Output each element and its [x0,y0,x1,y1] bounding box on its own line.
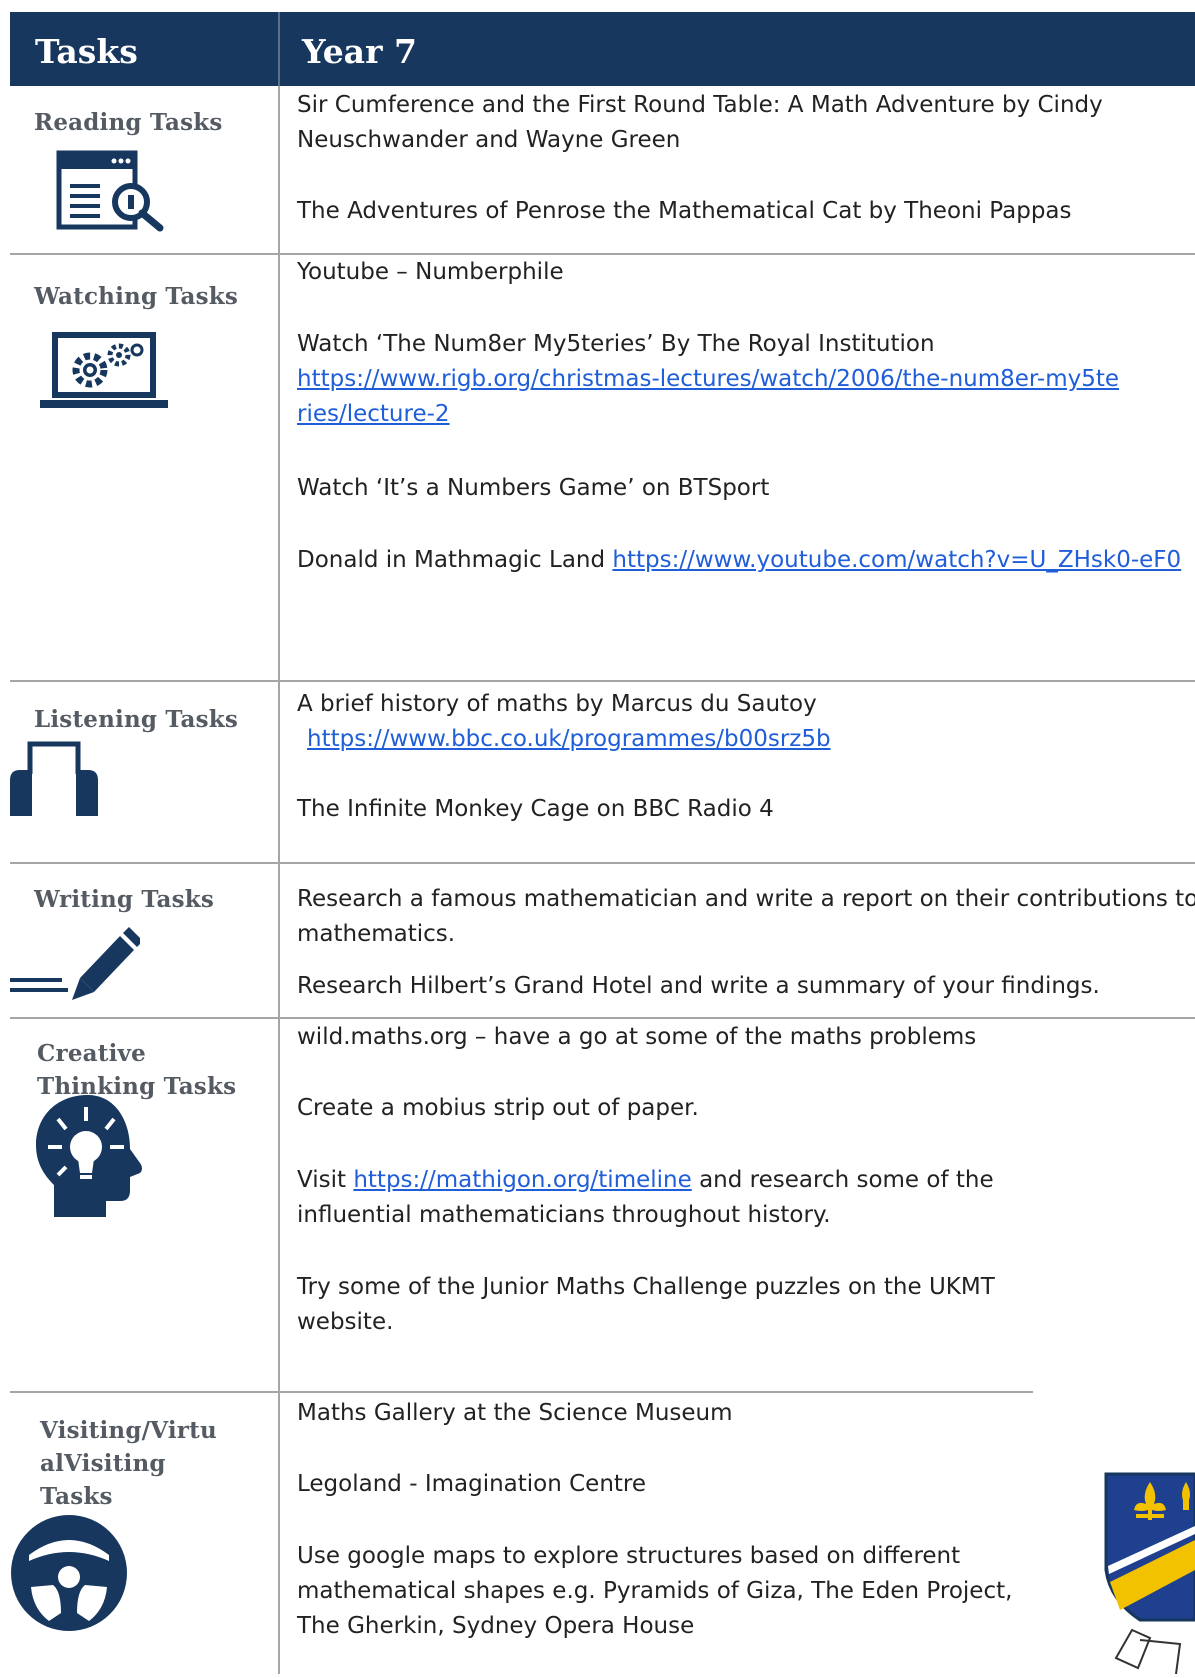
watching-tasks-title: Watching Tasks [34,283,239,310]
creative-item: Create a mobius strip out of paper. [297,1095,699,1121]
reading-item: The Adventures of Penrose the Mathematic… [297,198,1072,224]
row-divider [10,1017,1195,1019]
listening-tasks-title: Listening Tasks [34,706,239,733]
watching-item-text: Watch ‘The Num8er My5teries’ By The Roya… [297,331,935,357]
listening-item: A brief history of maths by Marcus du Sa… [297,687,997,757]
watching-item-text: Donald in Mathmagic Land [297,547,606,573]
creative-item: Visit https://mathigon.org/timeline and … [297,1163,1027,1233]
mathigon-timeline-link[interactable]: https://mathigon.org/timeline [353,1167,691,1193]
pen-writing-icon [10,916,143,1010]
reading-item: Sir Cumference and the First Round Table… [297,92,1103,153]
tasks-column-header: Tasks [35,32,138,71]
visiting-item: Use google maps to explore structures ba… [297,1543,1013,1639]
listening-item-text: A brief history of maths by Marcus du Sa… [297,691,817,717]
year-column-header: Year 7 [302,32,417,71]
header-divider [278,12,280,86]
document-search-icon [56,150,176,236]
row-divider [10,680,1195,682]
watching-item: Watch ‘It’s a Numbers Game’ on BTSport [297,475,770,501]
watching-item: Watch ‘The Num8er My5teries’ By The Roya… [297,327,1177,432]
title-line: alVisiting [40,1450,166,1477]
title-line: Visiting/Virtu [40,1417,217,1444]
laptop-gears-icon [40,328,170,418]
writing-item: Research Hilbert’s Grand Hotel and write… [297,973,1100,999]
bbc-programme-link[interactable]: https://www.bbc.co.uk/programmes/b00srz5… [307,726,831,752]
table-header: Tasks Year 7 [10,12,1195,86]
headphones-icon [8,736,100,822]
writing-item: Research a famous mathematician and writ… [297,886,1195,947]
head-lightbulb-icon [34,1093,146,1225]
creative-item: Try some of the Junior Maths Challenge p… [297,1274,995,1335]
listening-item: The Infinite Monkey Cage on BBC Radio 4 [297,796,774,822]
column-divider [278,86,280,1674]
row-divider [10,862,1195,864]
title-line: Creative [37,1040,146,1067]
creative-item-text: Visit [297,1167,347,1193]
visiting-tasks-title: Visiting/Virtu alVisiting Tasks [40,1414,217,1513]
watching-item: Youtube – Numberphile [297,259,564,285]
row-divider [10,1391,1033,1393]
school-crest-icon [1090,1470,1195,1678]
writing-tasks-title: Writing Tasks [34,886,215,913]
rigb-lecture-link[interactable]: https://www.rigb.org/christmas-lectures/… [297,362,1127,432]
visiting-item: Legoland - Imagination Centre [297,1471,647,1497]
visiting-item: Maths Gallery at the Science Museum [297,1400,733,1426]
title-line: Tasks [40,1483,113,1510]
youtube-link[interactable]: https://www.youtube.com/watch?v=U_ZHsk0-… [612,547,1181,573]
steering-wheel-icon [9,1513,129,1637]
watching-item: Donald in Mathmagic Land https://www.you… [297,543,1182,578]
creative-item: wild.maths.org – have a go at some of th… [297,1024,977,1050]
reading-tasks-title: Reading Tasks [34,109,223,136]
